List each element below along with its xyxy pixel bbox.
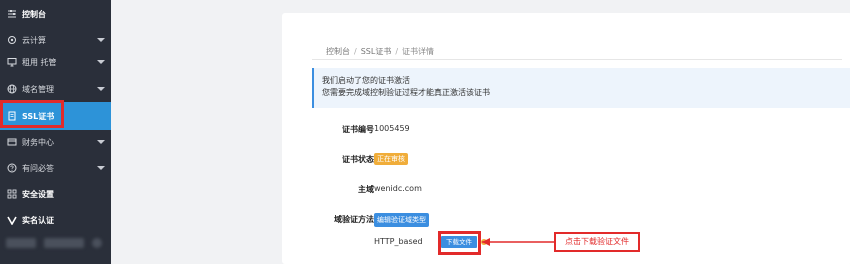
edit-validation-type-button[interactable]: 编辑验证域类型 [374,213,429,227]
chevron-down-icon [97,87,105,91]
sidebar-item-label: 租用 托管 [22,57,57,67]
sidebar-item-label: 安全设置 [22,189,54,199]
verify-icon [6,215,17,226]
chevron-down-icon [97,140,105,144]
sidebar-item-faq[interactable]: 有问必答 [0,154,111,182]
domain-label: 主域 [358,185,374,194]
cert-number-label: 证书编号 [342,125,374,134]
grid-icon [6,189,17,200]
sidebar-item-finance[interactable]: 财务中心 [0,128,111,156]
sidebar-item-hosting[interactable]: 租用 托管 [0,48,111,76]
breadcrumb-ssl[interactable]: SSL证书 [361,47,392,56]
arrow-icon [482,238,554,246]
sidebar-item-domains[interactable]: 域名管理 [0,75,111,103]
sidebar-item-console[interactable]: 控制台 [0,0,111,28]
sidebar-item-label: 有问必答 [22,163,54,173]
sidebar-item-label: 控制台 [22,9,46,19]
breadcrumb: 控制台 / SSL证书 / 证书详情 [326,47,435,56]
sidebar: 控制台 云计算 租用 托管 域名管理 SSL证书 财务中心 有问必答 安全设置 … [0,0,111,264]
chevron-down-icon [97,38,105,42]
breadcrumb-console[interactable]: 控制台 [326,47,350,56]
account-info-blurred [6,238,106,248]
cloud-icon [6,35,17,46]
validation-method-label: 域验证方法 [334,215,374,224]
help-icon [6,163,17,174]
divider [312,59,842,60]
chevron-down-icon [97,60,105,64]
sidebar-item-label: 财务中心 [22,137,54,147]
download-callout: 点击下载验证文件 [554,232,640,252]
notice-line-2: 您需要完成域控制验证过程才能真正激活该证书 [322,88,490,97]
sidebar-item-security[interactable]: 安全设置 [0,180,111,208]
finance-icon [6,137,17,148]
monitor-icon [6,57,17,68]
sidebar-item-label: 域名管理 [22,84,54,94]
download-file-button[interactable]: 下载文件 [441,236,477,248]
sidebar-item-label: 实名认证 [22,215,54,225]
cert-number-value: 1005459 [374,124,410,133]
ssl-highlight-box [0,100,64,128]
domain-value: wenidc.com [374,184,422,193]
cert-status-label: 证书状态 [342,155,374,164]
sidebar-item-label: 云计算 [22,35,46,45]
sidebar-item-verify[interactable]: 实名认证 [0,206,111,234]
main-panel: 控制台 / SSL证书 / 证书详情 我们启动了您的证书激活 您需要完成域控制验证过程才… [282,13,850,264]
chevron-down-icon [97,166,105,170]
breadcrumb-current: 证书详情 [402,47,435,56]
validation-method-value: HTTP_based [374,237,423,246]
globe-icon [6,84,17,95]
sliders-icon [6,9,17,20]
notice-line-1: 我们启动了您的证书激活 [322,76,410,85]
activation-notice: 我们启动了您的证书激活 您需要完成域控制验证过程才能真正激活该证书 [312,68,850,108]
status-badge: 正在审核 [374,153,408,165]
